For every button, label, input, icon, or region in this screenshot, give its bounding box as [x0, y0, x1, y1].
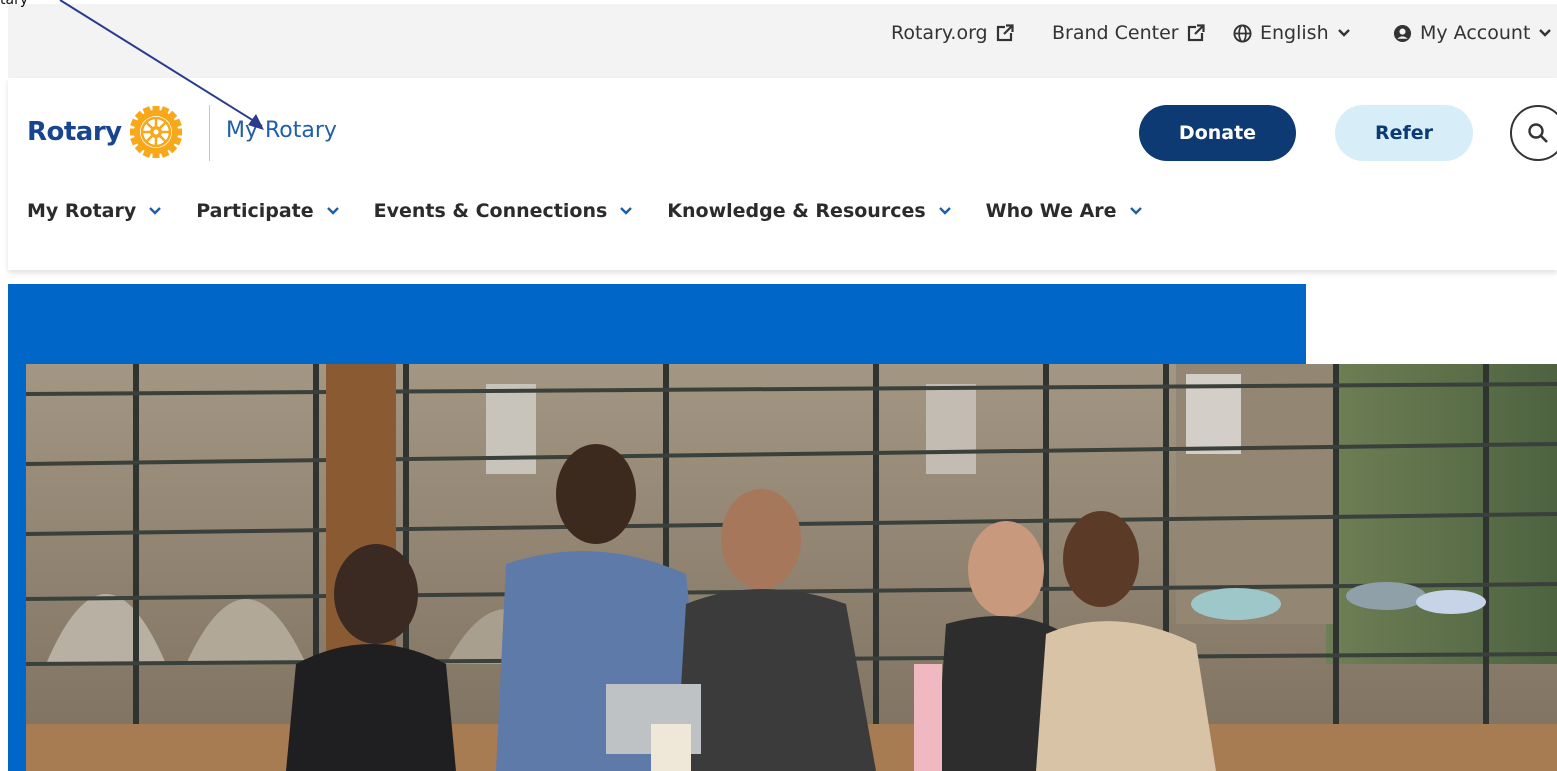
search-button[interactable] [1510, 105, 1557, 161]
main-nav: My Rotary Participate Events & Connectio… [27, 200, 1177, 222]
account-menu[interactable]: My Account [1393, 18, 1552, 48]
nav-events-connections[interactable]: Events & Connections [374, 200, 634, 222]
external-link-icon [996, 24, 1014, 42]
chevron-down-icon [1337, 29, 1350, 37]
nav-label: Knowledge & Resources [667, 200, 926, 222]
chevron-down-icon [1539, 29, 1552, 37]
globe-icon [1233, 23, 1252, 43]
brand-center-link[interactable]: Brand Center [1052, 18, 1205, 48]
annotation-arrow-icon [59, 0, 264, 130]
nav-my-rotary[interactable]: My Rotary [27, 200, 162, 222]
nav-label: Participate [196, 200, 314, 222]
external-link-icon [1187, 24, 1205, 42]
language-label: English [1260, 22, 1329, 44]
refer-button[interactable]: Refer [1335, 105, 1473, 161]
nav-label: Events & Connections [373, 200, 608, 222]
hero-photo [26, 364, 1557, 771]
language-selector[interactable]: English [1233, 18, 1351, 48]
nav-label: Who We Are [985, 200, 1117, 222]
rotary-org-label: Rotary.org [891, 22, 988, 44]
chevron-down-icon [938, 207, 951, 215]
nav-who-we-are[interactable]: Who We Are [986, 200, 1143, 222]
nav-knowledge-resources[interactable]: Knowledge & Resources [667, 200, 951, 222]
chevron-down-icon [1129, 207, 1142, 215]
rotary-org-link[interactable]: Rotary.org [891, 18, 1014, 48]
search-icon [1528, 123, 1548, 143]
chevron-down-icon [149, 207, 162, 215]
chevron-down-icon [326, 207, 339, 215]
chevron-down-icon [620, 207, 633, 215]
brand-center-label: Brand Center [1052, 22, 1179, 44]
nav-label: My Rotary [27, 200, 137, 222]
user-circle-icon [1393, 24, 1412, 42]
donate-button[interactable]: Donate [1139, 105, 1296, 161]
hero-photo-illustration [26, 364, 1557, 771]
nav-participate[interactable]: Participate [196, 200, 339, 222]
account-label: My Account [1420, 22, 1531, 44]
